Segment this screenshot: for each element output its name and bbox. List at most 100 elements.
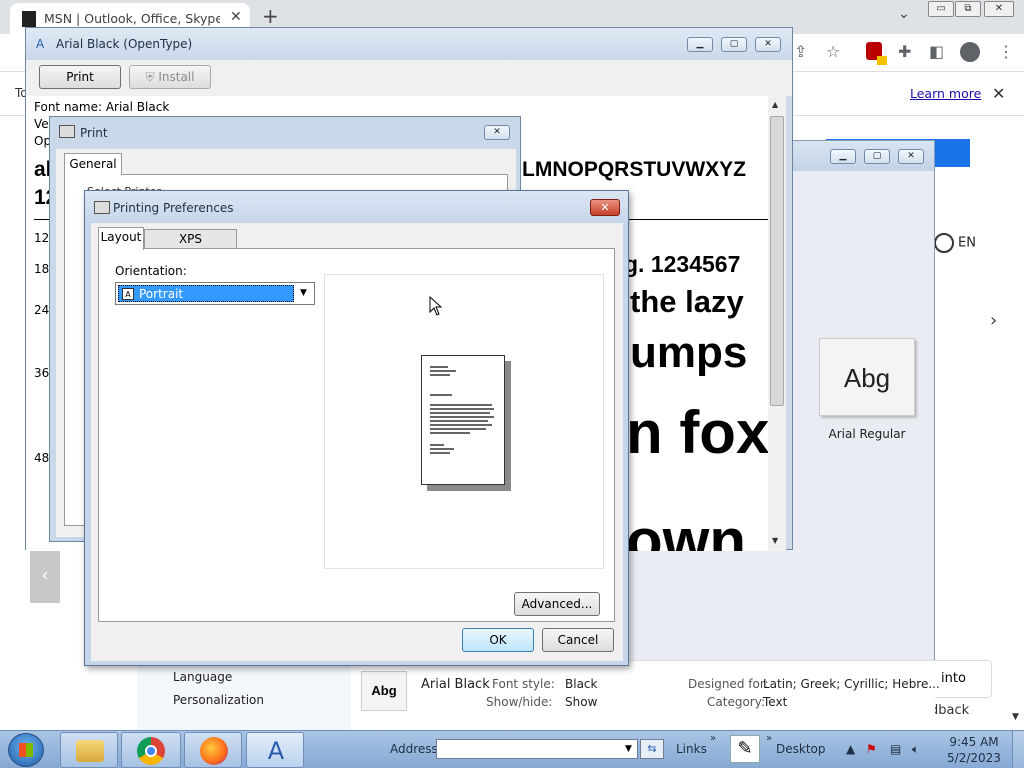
preview-line <box>430 412 490 414</box>
volume-icon[interactable]: 🔈︎ <box>912 742 919 757</box>
sample-size-18: the lazy <box>630 284 744 319</box>
chevron-down-icon[interactable]: ▼ <box>300 288 307 298</box>
preview-line <box>430 408 494 410</box>
go-button[interactable]: ⇆ <box>640 739 664 759</box>
sample-size-48: own <box>626 507 746 551</box>
clock[interactable]: 9:45 AM 5/2/2023 <box>944 734 1004 766</box>
start-button[interactable] <box>8 733 44 767</box>
tab-xps-documents[interactable]: XPS Documents <box>144 229 237 264</box>
browser-minimize-button[interactable]: ▭ <box>928 1 954 17</box>
fonts-maximize-button[interactable]: ▢ <box>864 149 890 164</box>
size-label-24: 24 <box>34 303 50 317</box>
taskbar-file-explorer[interactable] <box>60 732 118 768</box>
puzzle-icon[interactable]: ✚ <box>898 42 911 61</box>
font-viewer-scrollbar[interactable]: ▲ ▼ <box>768 96 786 551</box>
sidebar-icon[interactable]: ◧ <box>929 42 944 61</box>
cancel-button[interactable]: Cancel <box>542 628 614 652</box>
desktop-toolbar-icon[interactable]: ✎ <box>730 735 760 763</box>
scroll-down-icon[interactable]: ▼ <box>772 536 778 545</box>
font-viewer-maximize-button[interactable]: ▢ <box>721 37 747 52</box>
font-viewer-minimize-button[interactable]: ▁ <box>687 37 713 52</box>
tab-search-chevron-icon[interactable]: ⌄ <box>898 6 910 22</box>
language-selector[interactable]: EN <box>934 233 1014 253</box>
printer-icon <box>94 201 110 214</box>
browser-close-button[interactable]: ✕ <box>984 1 1014 17</box>
printer-icon <box>59 125 75 138</box>
size-label-12: 12 <box>34 231 50 245</box>
font-viewer-toolbar: Print ⛨ Install <box>26 60 792 96</box>
more-options-icon[interactable]: ⋯ <box>818 354 834 373</box>
tab-general[interactable]: General <box>64 153 122 175</box>
font-viewer-close-button[interactable]: ✕ <box>755 37 781 52</box>
version-line: Ve <box>34 117 49 131</box>
printing-preferences-close-button[interactable]: ✕ <box>590 199 620 216</box>
scroll-thumb[interactable] <box>770 116 784 406</box>
scroll-down-icon[interactable]: ▼ <box>1012 712 1019 722</box>
preview-line <box>430 428 486 430</box>
desktop-chevron-icon[interactable]: » <box>766 733 772 744</box>
star-icon[interactable]: ☆ <box>826 42 840 61</box>
orientation-selected-item: A Portrait <box>118 285 294 302</box>
action-center-icon[interactable]: ⚑ <box>866 742 877 756</box>
into-button[interactable]: into <box>930 660 992 698</box>
size-label-48: 48 <box>34 451 50 465</box>
links-label: Links <box>676 742 707 756</box>
font-viewer-app-icon: A <box>36 37 45 51</box>
chevron-down-icon[interactable]: ▼ <box>625 744 632 754</box>
print-button[interactable]: Print <box>39 65 121 89</box>
portrait-orientation-icon: A <box>122 288 134 300</box>
preview-line <box>430 370 456 372</box>
printing-preferences-dialog: Printing Preferences ✕ Layout XPS Docume… <box>84 190 629 666</box>
install-button[interactable]: ⛨ Install <box>129 65 211 89</box>
file-explorer-icon <box>76 740 104 762</box>
feedback-button[interactable]: dback <box>930 703 969 718</box>
fonts-close-button[interactable]: ✕ <box>898 149 924 164</box>
font-viewer-icon: A <box>267 737 285 765</box>
show-hidden-icons-icon[interactable]: ▲ <box>846 742 855 756</box>
sample-size-24: umps <box>630 328 748 377</box>
close-tab-icon[interactable]: ✕ <box>230 9 242 25</box>
orientation-dropdown[interactable]: A Portrait ▼ <box>115 282 315 305</box>
ok-button[interactable]: OK <box>462 628 534 652</box>
share-icon[interactable]: ⇪ <box>794 42 807 61</box>
chrome-icon <box>137 737 165 765</box>
preview-line <box>430 374 450 376</box>
network-icon[interactable]: ▤ <box>890 742 901 756</box>
preview-line <box>430 432 470 434</box>
address-input[interactable]: ▼ <box>436 739 638 759</box>
infobar-close-icon[interactable]: ✕ <box>992 84 1005 103</box>
sample-size-12: g. 1234567 <box>624 251 741 277</box>
browser-tab-title: MSN | Outlook, Office, Skype, Bi <box>44 11 220 26</box>
taskbar-firefox[interactable] <box>184 732 242 768</box>
taskbar-chrome[interactable] <box>121 732 181 768</box>
learn-more-link[interactable]: Learn more <box>910 86 981 101</box>
chrome-center <box>145 745 157 757</box>
font-name-line: Font name: Arial Black <box>34 100 170 114</box>
taskbar-font-viewer[interactable]: A <box>246 732 304 768</box>
taskbar: A Address ▼ ⇆ Links » ✎ » Desktop ▲ ⚑ ▤ … <box>0 730 1024 768</box>
preview-line <box>430 448 454 450</box>
links-chevron-icon[interactable]: » <box>710 733 716 744</box>
new-tab-button[interactable]: + <box>262 4 279 28</box>
browser-restore-button[interactable]: ⧉ <box>955 1 981 17</box>
preview-line <box>430 416 494 418</box>
scroll-up-icon[interactable]: ▲ <box>772 100 778 109</box>
print-dialog-close-button[interactable]: ✕ <box>484 125 510 140</box>
fonts-minimize-button[interactable]: ▁ <box>830 149 856 164</box>
carousel-next-icon[interactable]: › <box>990 310 997 331</box>
windows-logo-icon <box>19 743 33 757</box>
alphabet-upper-line: LMNOPQRSTUVWXYZ <box>522 158 746 181</box>
mouse-cursor-icon <box>429 296 443 316</box>
carousel-prev-button[interactable]: ‹ <box>30 548 60 603</box>
preview-line <box>430 424 492 426</box>
advanced-button[interactable]: Advanced... <box>514 592 600 616</box>
profile-icon[interactable] <box>960 42 980 62</box>
preview-line <box>430 366 448 368</box>
clock-date: 5/2/2023 <box>947 751 1001 765</box>
font-viewer-titlebar: A Arial Black (OpenType) <box>26 28 792 60</box>
show-desktop-button[interactable] <box>1012 731 1024 768</box>
shield-icon: ⛨ <box>145 70 159 84</box>
tab-layout[interactable]: Layout <box>98 227 144 250</box>
preview-line <box>430 444 444 446</box>
menu-dots-icon[interactable]: ⋮ <box>998 42 1014 61</box>
